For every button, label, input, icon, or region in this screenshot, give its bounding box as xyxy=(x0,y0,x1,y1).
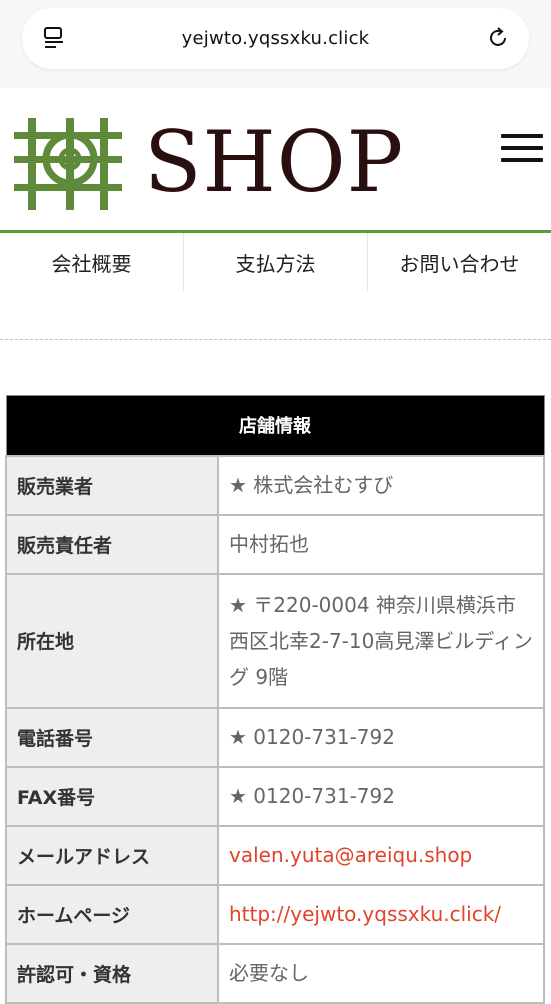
table-title: 店舗情報 xyxy=(5,395,545,456)
row-value: ★ 株式会社むすび xyxy=(217,454,545,516)
main-nav: 会社概要 支払方法 お問い合わせ xyxy=(0,233,551,291)
logo-text: SHOP xyxy=(144,113,405,211)
nav-item-company[interactable]: 会社概要 xyxy=(0,233,184,291)
hamburger-menu-icon[interactable] xyxy=(501,134,543,166)
table-row: メールアドレス valen.yuta@areiqu.shop xyxy=(5,824,545,886)
logo-mark-icon xyxy=(14,118,122,210)
row-value: 必要なし xyxy=(217,942,545,1004)
row-label: 電話番号 xyxy=(5,706,219,768)
nav-item-contact[interactable]: お問い合わせ xyxy=(368,233,551,291)
row-value: 中村拓也 xyxy=(217,513,545,575)
site-header: SHOP xyxy=(0,88,551,232)
row-label: メールアドレス xyxy=(5,824,219,886)
table-row: 販売業者 ★ 株式会社むすび xyxy=(5,454,545,516)
row-label: 所在地 xyxy=(5,572,219,709)
site-logo[interactable]: SHOP xyxy=(14,108,403,213)
row-label: FAX番号 xyxy=(5,765,219,827)
address-bar[interactable]: yejwto.yqssxku.click xyxy=(22,8,529,69)
email-link[interactable]: valen.yuta@areiqu.shop xyxy=(217,824,545,886)
row-value: ★ 0120-731-792 xyxy=(217,765,545,827)
store-info-table: 店舗情報 販売業者 ★ 株式会社むすび 販売責任者 中村拓也 所在地 ★ 〒22… xyxy=(5,395,545,1004)
row-label: 許認可・資格 xyxy=(5,942,219,1004)
table-row: FAX番号 ★ 0120-731-792 xyxy=(5,765,545,827)
row-value: ★ 〒220-0004 神奈川県横浜市西区北幸2-7-10高見澤ビルディング 9… xyxy=(217,572,545,709)
row-label: 販売業者 xyxy=(5,454,219,516)
row-value: ★ 0120-731-792 xyxy=(217,706,545,768)
section-divider xyxy=(0,339,551,340)
row-label: ホームページ xyxy=(5,883,219,945)
nav-item-payment[interactable]: 支払方法 xyxy=(184,233,368,291)
row-label: 販売責任者 xyxy=(5,513,219,575)
table-row: 電話番号 ★ 0120-731-792 xyxy=(5,706,545,768)
table-row: 所在地 ★ 〒220-0004 神奈川県横浜市西区北幸2-7-10高見澤ビルディ… xyxy=(5,572,545,709)
table-row: 販売責任者 中村拓也 xyxy=(5,513,545,575)
url-text[interactable]: yejwto.yqssxku.click xyxy=(22,28,529,49)
table-row: 許認可・資格 必要なし xyxy=(5,942,545,1004)
table-row: ホームページ http://yejwto.yqssxku.click/ xyxy=(5,883,545,945)
reload-icon[interactable] xyxy=(485,25,511,51)
browser-toolbar: yejwto.yqssxku.click xyxy=(0,0,551,88)
homepage-link[interactable]: http://yejwto.yqssxku.click/ xyxy=(217,883,545,945)
